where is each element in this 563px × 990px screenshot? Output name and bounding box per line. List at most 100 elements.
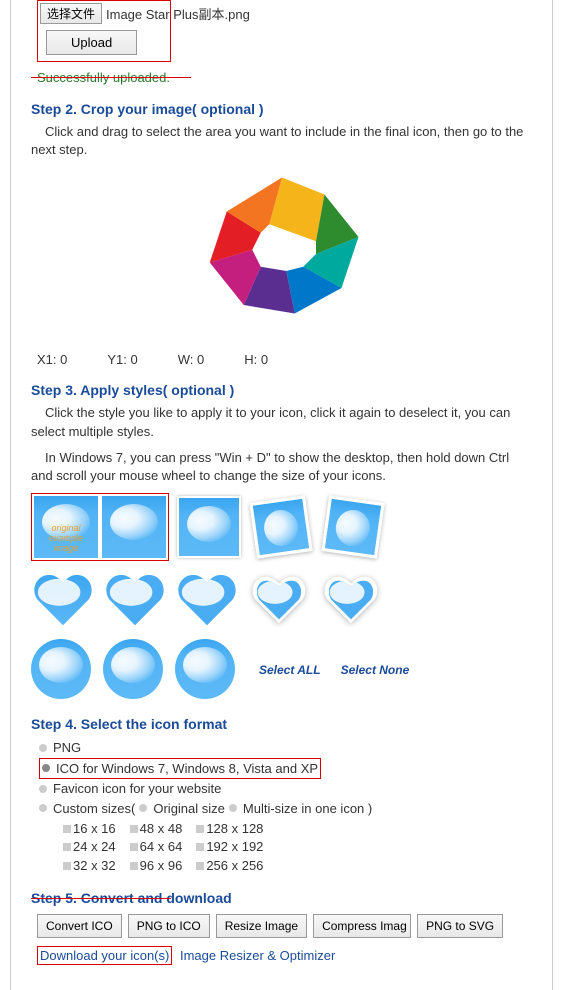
multi-size-label: Multi-size in one icon ) — [243, 799, 372, 819]
step5-section: Step 5. Convert and download Convert ICO… — [31, 890, 532, 965]
format-favicon-label: Favicon icon for your website — [53, 779, 221, 799]
upload-button[interactable]: Upload — [46, 30, 137, 55]
size-48[interactable]: 48 x 48 — [130, 820, 183, 838]
crop-coords: X1: 0 Y1: 0 W: 0 H: 0 — [37, 352, 532, 367]
format-ico[interactable]: ICO for Windows 7, Windows 8, Vista and … — [42, 759, 318, 779]
format-png-label: PNG — [53, 738, 81, 758]
sizes-col-1: 16 x 16 24 x 24 32 x 32 — [63, 820, 116, 875]
style-circle-2[interactable] — [103, 639, 167, 701]
style-heart-5[interactable] — [319, 569, 383, 631]
coord-w: W: 0 — [178, 352, 205, 367]
checkbox-icon — [196, 862, 204, 870]
radio-icon — [229, 804, 237, 812]
style-plain[interactable] — [102, 496, 166, 558]
size-24[interactable]: 24 x 24 — [63, 838, 116, 856]
size-16[interactable]: 16 x 16 — [63, 820, 116, 838]
main-content: 选择文件 Image Star Plus副本.png Upload Succes… — [10, 0, 553, 990]
select-none-link[interactable]: Select None — [341, 663, 410, 677]
selected-styles-box: original example image — [31, 493, 169, 561]
format-list: PNG ICO for Windows 7, Windows 8, Vista … — [39, 738, 532, 875]
coord-y1: Y1: 0 — [107, 352, 137, 367]
style-row-2 — [31, 569, 532, 631]
step2-title: Step 2. Crop your image( optional ) — [31, 101, 532, 117]
resize-image-button[interactable]: Resize Image — [216, 914, 307, 938]
coord-x1: X1: 0 — [37, 352, 67, 367]
checkbox-icon — [63, 843, 71, 851]
format-custom-label: Custom sizes( — [53, 799, 135, 819]
style-bordered[interactable] — [177, 496, 241, 558]
step5-title: Step 5. Convert and download — [31, 890, 532, 906]
style-original[interactable]: original example image — [34, 496, 98, 558]
step3-text2: In Windows 7, you can press "Win + D" to… — [31, 449, 532, 485]
sizes-grid: 16 x 16 24 x 24 32 x 32 48 x 48 64 x 64 … — [63, 820, 532, 875]
png-to-svg-button[interactable]: PNG to SVG — [417, 914, 503, 938]
heart-icon — [247, 569, 311, 631]
size-64[interactable]: 64 x 64 — [130, 838, 183, 856]
convert-buttons: Convert ICO PNG to ICO Resize Image Comp… — [37, 914, 532, 938]
red-strike-line — [31, 77, 191, 78]
radio-icon — [39, 744, 47, 752]
file-chooser: 选择文件 Image Star Plus副本.png — [40, 3, 250, 24]
style-heart-4[interactable] — [247, 569, 311, 631]
checkbox-icon — [63, 862, 71, 870]
heart-icon — [175, 569, 239, 631]
step3-text1: Click the style you like to apply it to … — [31, 404, 532, 440]
download-icons-link[interactable]: Download your icon(s) — [40, 948, 169, 963]
octagon-logo-icon — [197, 169, 367, 339]
checkbox-icon — [130, 862, 138, 870]
size-96[interactable]: 96 x 96 — [130, 857, 183, 875]
style-row-1: original example image — [31, 493, 532, 561]
style-heart-2[interactable] — [103, 569, 167, 631]
style-row-3: Select ALL Select None — [31, 639, 532, 701]
checkbox-icon — [196, 843, 204, 851]
crop-preview[interactable] — [31, 169, 532, 342]
radio-icon — [139, 804, 147, 812]
checkbox-icon — [63, 825, 71, 833]
radio-icon — [42, 764, 50, 772]
format-custom[interactable]: Custom sizes( Original size Multi-size i… — [39, 799, 532, 819]
style-heart-1[interactable] — [31, 569, 95, 631]
style-circle-1[interactable] — [31, 639, 95, 701]
step1-section: 选择文件 Image Star Plus副本.png Upload Succes… — [31, 0, 532, 86]
style-polaroid-left[interactable] — [249, 496, 313, 558]
chosen-filename: Image Star Plus副本.png — [106, 4, 250, 23]
format-favicon[interactable]: Favicon icon for your website — [39, 779, 532, 799]
sizes-col-2: 48 x 48 64 x 64 96 x 96 — [130, 820, 183, 875]
step2-section: Step 2. Crop your image( optional ) Clic… — [31, 101, 532, 367]
style-grid: original example image — [31, 493, 532, 701]
orig-size-label: Original size — [153, 799, 225, 819]
heart-icon — [103, 569, 167, 631]
size-128[interactable]: 128 x 128 — [196, 820, 263, 838]
format-ico-label: ICO for Windows 7, Windows 8, Vista and … — [56, 759, 318, 779]
size-192[interactable]: 192 x 192 — [196, 838, 263, 856]
select-all-link[interactable]: Select ALL — [259, 663, 321, 677]
step4-title: Step 4. Select the icon format — [31, 716, 532, 732]
format-png[interactable]: PNG — [39, 738, 532, 758]
radio-icon — [39, 804, 47, 812]
checkbox-icon — [196, 825, 204, 833]
step2-text: Click and drag to select the area you wa… — [31, 123, 532, 159]
style-heart-3[interactable] — [175, 569, 239, 631]
sizes-col-3: 128 x 128 192 x 192 256 x 256 — [196, 820, 263, 875]
heart-icon — [319, 569, 383, 631]
style-polaroid-right[interactable] — [321, 496, 385, 558]
ico-redbox: ICO for Windows 7, Windows 8, Vista and … — [39, 758, 321, 780]
choose-file-button[interactable]: 选择文件 — [40, 3, 102, 24]
style-circle-3[interactable] — [175, 639, 239, 701]
coord-h: H: 0 — [244, 352, 268, 367]
resizer-optimizer-link[interactable]: Image Resizer & Optimizer — [180, 948, 335, 963]
original-label: original example image — [34, 524, 98, 554]
png-to-ico-button[interactable]: PNG to ICO — [128, 914, 210, 938]
compress-image-button[interactable]: Compress Imag — [313, 914, 411, 938]
download-row: Download your icon(s) Image Resizer & Op… — [37, 946, 532, 965]
checkbox-icon — [130, 825, 138, 833]
step4-section: Step 4. Select the icon format PNG ICO f… — [31, 716, 532, 875]
upload-redbox: 选择文件 Image Star Plus副本.png Upload — [37, 0, 171, 62]
download-redbox: Download your icon(s) — [37, 946, 172, 965]
step3-title: Step 3. Apply styles( optional ) — [31, 382, 532, 398]
size-256[interactable]: 256 x 256 — [196, 857, 263, 875]
radio-icon — [39, 785, 47, 793]
size-32[interactable]: 32 x 32 — [63, 857, 116, 875]
convert-ico-button[interactable]: Convert ICO — [37, 914, 122, 938]
checkbox-icon — [130, 843, 138, 851]
